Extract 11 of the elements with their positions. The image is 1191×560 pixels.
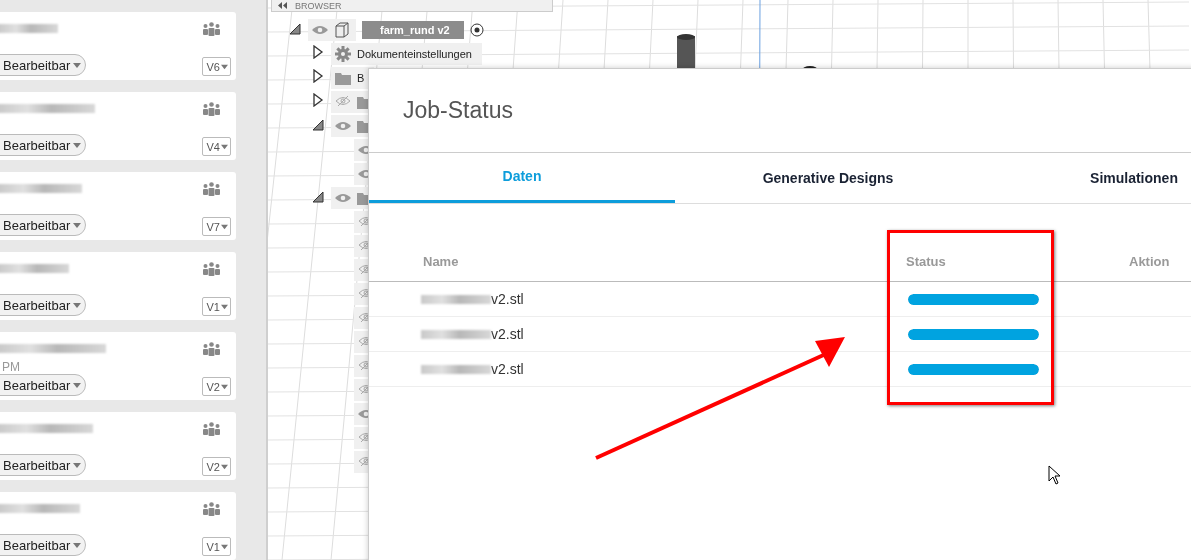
dialog-title: Job-Status <box>369 69 1191 153</box>
tree-label: B <box>357 72 366 84</box>
file-name: v2.stl <box>491 291 524 307</box>
column-header: Name <box>423 253 460 269</box>
file-name: v2.stl <box>491 326 524 342</box>
file-name: v2.stl <box>491 361 524 377</box>
browser-title: BROWSER <box>295 0 342 11</box>
time-text: PM <box>1 360 21 374</box>
column-header: Aktion <box>1129 253 1171 269</box>
column-header: Status <box>906 253 947 269</box>
tree-label: Dokumenteinstellungen <box>357 48 473 60</box>
